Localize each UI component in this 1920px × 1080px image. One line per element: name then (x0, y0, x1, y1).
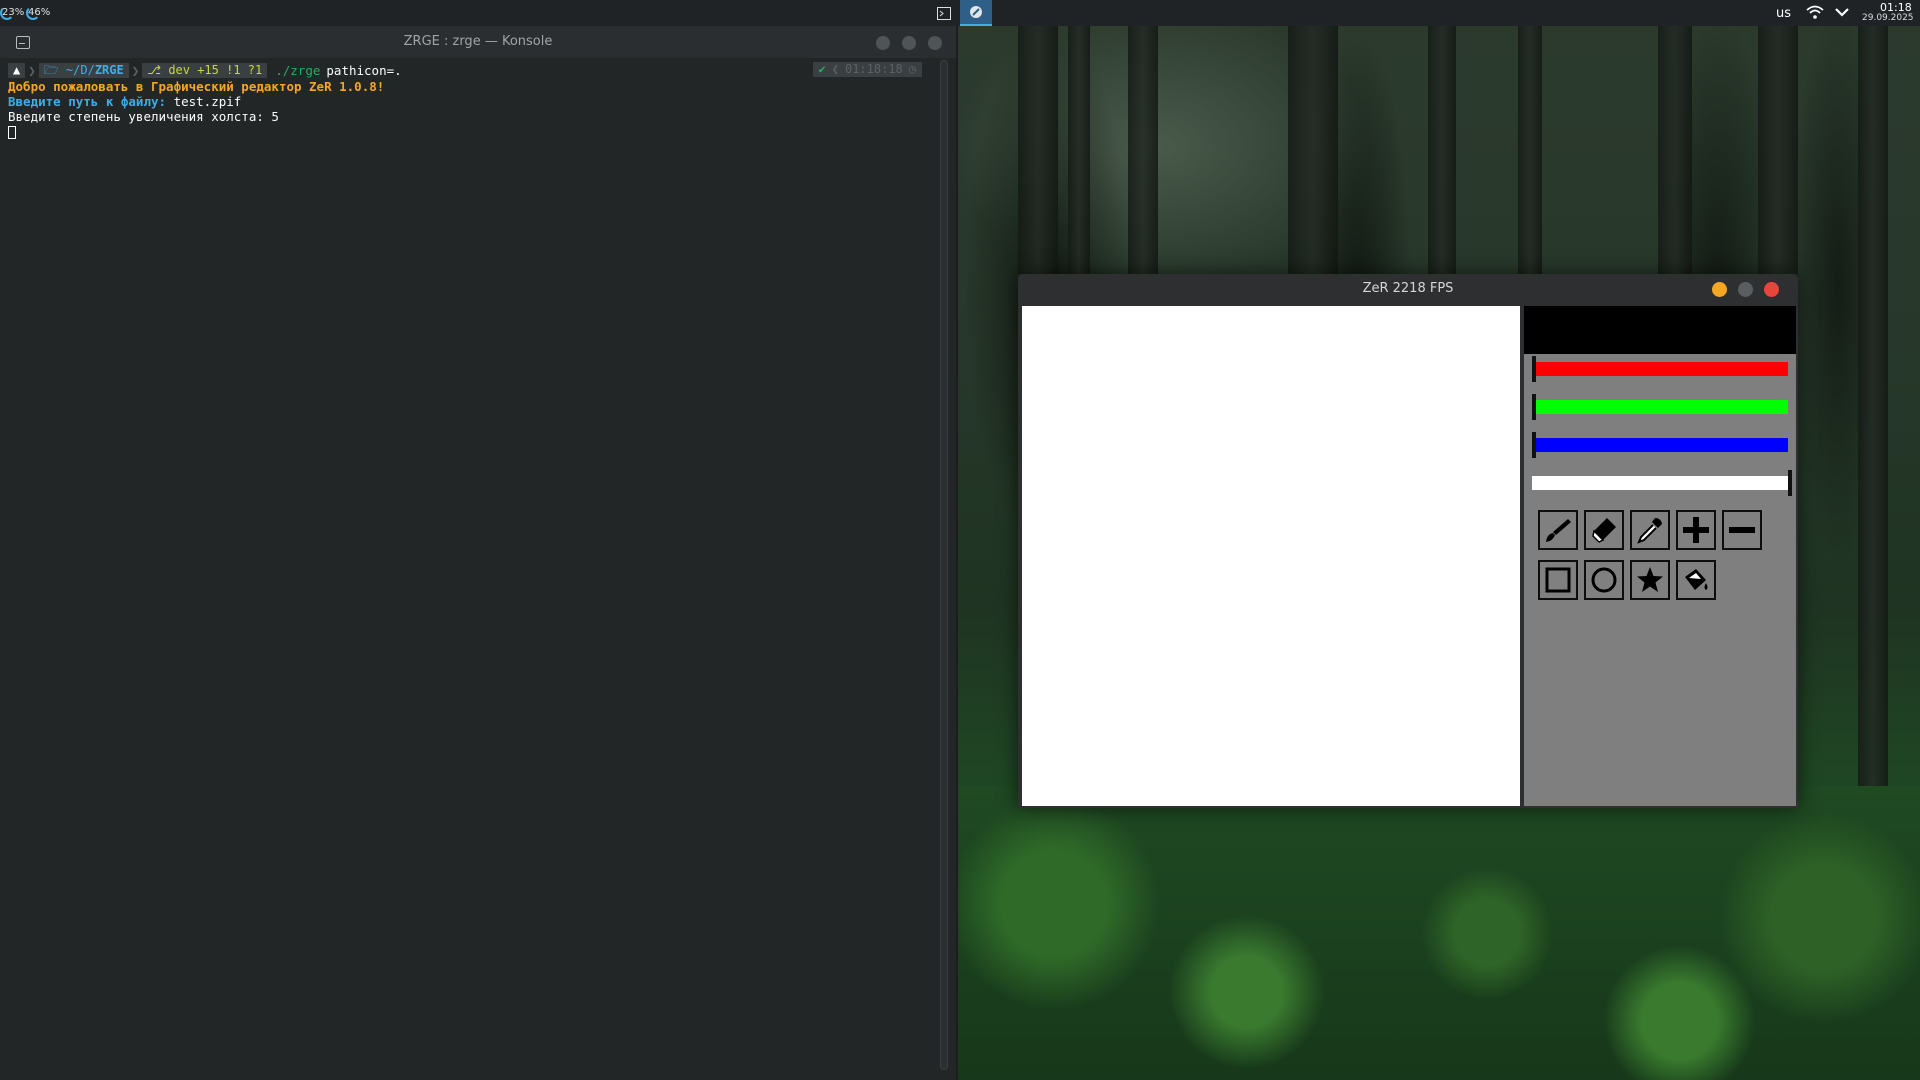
close-button[interactable] (1764, 282, 1779, 297)
plus-icon (1683, 517, 1709, 543)
maximize-button[interactable] (1738, 282, 1753, 297)
red-slider-knob[interactable] (1532, 356, 1536, 382)
alpha-slider-track (1532, 476, 1788, 490)
zoom-out-button[interactable] (1722, 510, 1762, 550)
command-args: pathicon=. (326, 63, 402, 78)
star-icon (1637, 567, 1663, 592)
os-icon: ▲ (8, 63, 26, 78)
green-slider-track (1536, 400, 1788, 414)
alpha-slider-knob[interactable] (1788, 470, 1792, 496)
folder-icon: 🗁 (43, 63, 66, 77)
zoom-in-button[interactable] (1676, 510, 1716, 550)
welcome-line: Добро пожаловать в Графический редактор … (8, 79, 385, 94)
prompt-path: 🗁 ~ / D / ZRGE (38, 63, 129, 78)
terminal-output[interactable]: ▲ ❯ 🗁 ~ / D / ZRGE ❯ ⎇ dev +15 !1 ?1 ./zrge … (0, 58, 938, 1080)
terminal-icon (937, 6, 951, 20)
alpha-slider[interactable] (1532, 470, 1792, 496)
star-tool-button[interactable] (1630, 560, 1670, 600)
konsole-title: ZRGE : zrge — Konsole (403, 34, 553, 49)
rectangle-icon (1545, 567, 1571, 593)
eraser-icon (1592, 518, 1616, 543)
konsole-titlebar[interactable]: ZRGE : zrge — Konsole (0, 26, 956, 58)
taskbar-konsole-button[interactable] (928, 0, 960, 26)
command-name: ./zrge (275, 63, 321, 78)
red-slider[interactable] (1532, 356, 1788, 382)
blue-slider-knob[interactable] (1532, 432, 1536, 458)
shell-prompt: ▲ ❯ 🗁 ~ / D / ZRGE ❯ ⎇ dev +15 !1 ?1 ./zrge … (8, 62, 930, 79)
keyboard-layout-indicator[interactable]: us (1776, 6, 1791, 21)
terminal-cursor (8, 126, 16, 139)
drawing-canvas[interactable] (1022, 306, 1520, 806)
eyedropper-icon (1637, 518, 1662, 544)
brush-icon (1546, 519, 1571, 542)
zer-title: ZeR 2218 FPS (1362, 281, 1454, 296)
terminal-scrollbar[interactable] (940, 60, 948, 1070)
path-home: ~ (65, 63, 74, 77)
eyedropper-tool-button[interactable] (1630, 510, 1670, 550)
path-dir: ZRGE (94, 63, 124, 77)
maximize-button[interactable] (902, 36, 916, 50)
scale-prompt-line: Введите степень увеличения холста: 5 (8, 109, 279, 124)
right-prompt-time: 01:18:18 (844, 62, 903, 76)
prompt-git: ⎇ dev +15 !1 ?1 (142, 63, 268, 78)
rectangle-tool-button[interactable] (1538, 560, 1578, 600)
path-prompt-line: Введите путь к файлу: test.zpif (8, 94, 930, 109)
chevron-down-icon[interactable] (1834, 4, 1850, 20)
right-prompt-separator: ❮ (831, 62, 839, 76)
blue-slider-track (1536, 438, 1788, 452)
eraser-tool-button[interactable] (1584, 510, 1624, 550)
zer-titlebar[interactable]: ZeR 2218 FPS (1018, 274, 1798, 304)
red-slider-track (1536, 362, 1788, 376)
zer-window: ZeR 2218 FPS (1018, 274, 1798, 808)
green-slider[interactable] (1532, 394, 1788, 420)
git-branch-icon: ⎇ (147, 63, 169, 77)
top-panel: 23% 46% us 01:18 29.09.2025 (0, 0, 1920, 26)
wifi-icon[interactable] (1806, 5, 1824, 19)
circle-tool-button[interactable] (1584, 560, 1624, 600)
fill-bucket-icon (1685, 569, 1708, 590)
minus-icon (1729, 527, 1755, 533)
green-slider-knob[interactable] (1532, 394, 1536, 420)
tool-panel (1524, 306, 1796, 806)
circle-icon (1591, 567, 1617, 593)
fill-tool-button[interactable] (1676, 560, 1716, 600)
right-prompt: ✔ ❮ 01:18:18 ◷ (812, 62, 922, 77)
blue-slider[interactable] (1532, 432, 1788, 458)
clock-icon: ◷ (908, 62, 916, 76)
minimize-button[interactable] (1712, 282, 1727, 297)
path-prompt-value: test.zpif (173, 94, 242, 109)
cpu-usage[interactable]: 23% (2, 7, 24, 18)
clock-date[interactable]: 29.09.2025 (1862, 13, 1914, 23)
brush-tool-button[interactable] (1538, 510, 1578, 550)
minimize-button[interactable] (876, 36, 890, 50)
git-status: dev +15 !1 ?1 (168, 63, 263, 77)
path-prompt-label: Введите путь к файлу: (8, 94, 167, 109)
check-icon: ✔ (818, 62, 826, 76)
close-button[interactable] (928, 36, 942, 50)
taskbar-zer-button[interactable] (960, 0, 992, 26)
konsole-window: ZRGE : zrge — Konsole ▲ ❯ 🗁 ~ / D / ZRGE ❯ ⎇… (0, 26, 958, 1080)
path-mid: D (80, 63, 88, 77)
color-preview (1524, 306, 1796, 354)
app-icon (970, 6, 982, 18)
memory-usage[interactable]: 46% (28, 7, 50, 18)
